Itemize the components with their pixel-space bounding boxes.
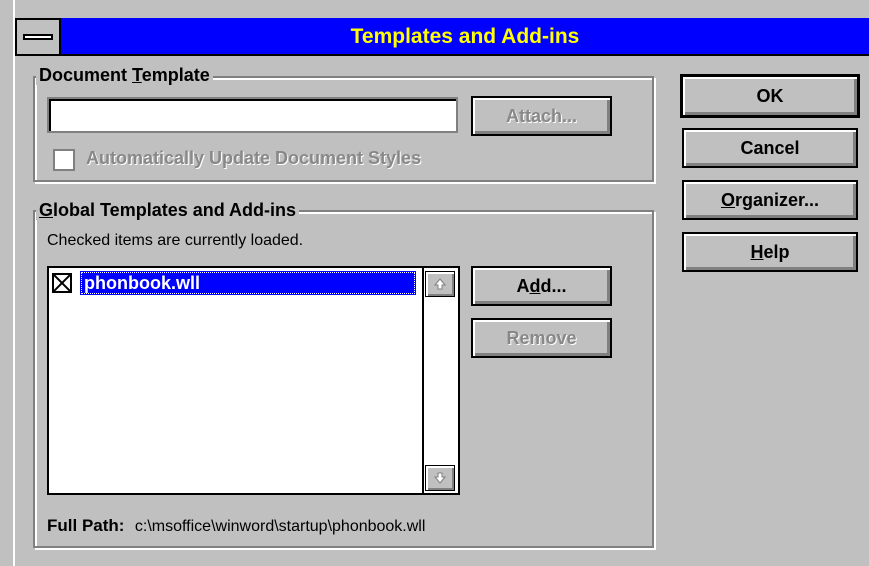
system-menu-icon[interactable]	[15, 18, 61, 56]
remove-button[interactable]: Remove	[471, 318, 612, 358]
document-template-legend: Document Template	[36, 65, 213, 85]
listbox-scrollbar[interactable]	[422, 268, 458, 493]
help-button[interactable]: Help	[682, 232, 858, 272]
add-button[interactable]: Ad d...	[471, 266, 612, 306]
full-path-row: Full Path: c:\msoffice\winword\startup\p…	[47, 516, 425, 536]
window-left-border	[0, 0, 14, 566]
full-path-label: Full Path:	[47, 516, 125, 535]
loaded-items-hint: Checked items are currently loaded.	[47, 232, 304, 249]
templates-listbox[interactable]	[47, 266, 460, 495]
x-check-icon	[54, 275, 70, 291]
auto-update-checkbox[interactable]	[53, 149, 75, 171]
dialog-title: Templates and Add-ins	[350, 25, 580, 48]
auto-update-label: Automatically Update Document Styles	[86, 148, 422, 168]
cancel-button[interactable]: Cancel	[682, 128, 858, 168]
scroll-down-arrow-icon[interactable]	[425, 465, 455, 491]
list-item-checkbox[interactable]	[52, 273, 72, 293]
list-item-label: phonbook.wll	[80, 271, 416, 295]
attach-button[interactable]: Attach...	[471, 96, 612, 136]
list-item[interactable]: phonbook.wll	[50, 270, 420, 296]
document-template-input[interactable]	[47, 97, 458, 133]
scroll-up-arrow-icon[interactable]	[425, 271, 455, 297]
ok-button[interactable]: OK	[680, 74, 860, 118]
global-templates-legend: Global Templates and Add-ins	[36, 200, 300, 220]
organizer-button[interactable]: Organizer...	[682, 180, 858, 220]
full-path-value: c:\msoffice\winword\startup\phonbook.wll	[134, 518, 426, 535]
window-border-highlight	[13, 0, 15, 566]
